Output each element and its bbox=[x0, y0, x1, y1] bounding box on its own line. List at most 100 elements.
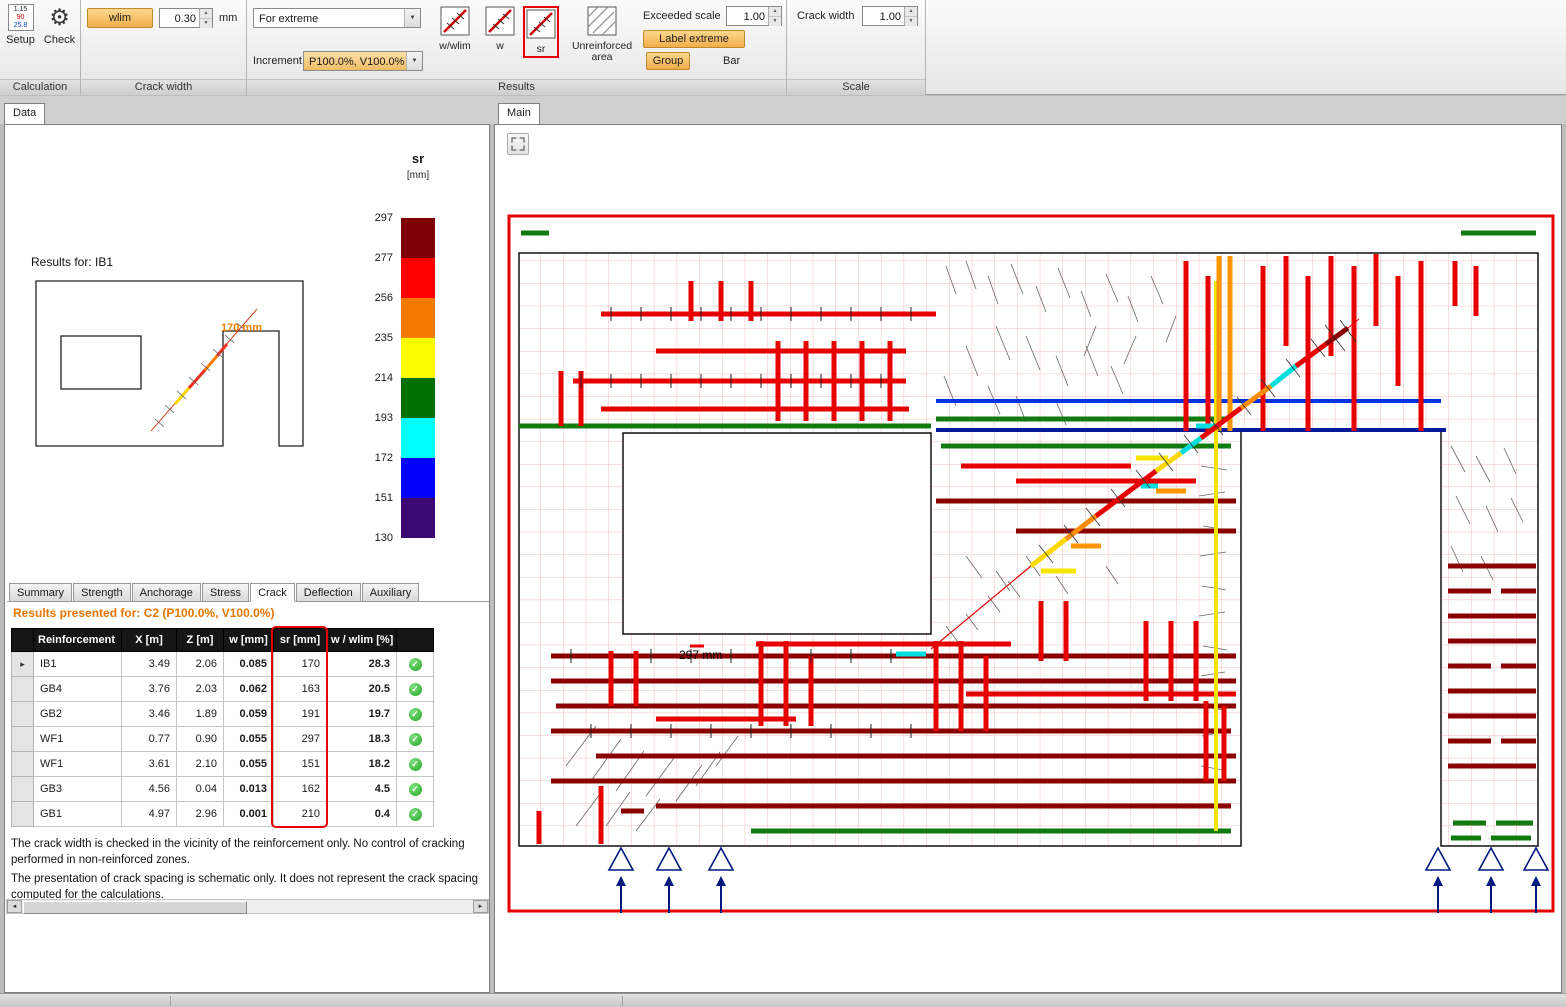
exceeded-scale-spinner[interactable]: 1.00 ▲ ▼ bbox=[726, 6, 782, 26]
spin-down-icon[interactable]: ▼ bbox=[200, 19, 212, 28]
sr-button-label: sr bbox=[537, 44, 546, 55]
crack-spacing-value: 297 mm bbox=[679, 648, 722, 662]
cell-ratio: 4.5 bbox=[327, 777, 397, 802]
table-header-row: Reinforcement X [m] Z [m] w [mm] sr [mm]… bbox=[12, 629, 434, 652]
increment-value: P100.0%, V100.0% bbox=[304, 52, 406, 70]
supports bbox=[609, 848, 1548, 913]
cell-w: 0.001 bbox=[224, 802, 274, 827]
scroll-left-icon[interactable]: ◄ bbox=[7, 900, 22, 913]
row-selector-arrow-icon: ▸ bbox=[20, 659, 25, 669]
status-ok-icon: ✓ bbox=[409, 758, 422, 771]
scrollbar-thumb[interactable] bbox=[23, 901, 247, 914]
w-wlim-result-button[interactable]: w/wlim bbox=[432, 6, 478, 52]
tab-auxiliary[interactable]: Auxiliary bbox=[362, 583, 420, 601]
check-button[interactable]: ⚙ Check bbox=[41, 4, 78, 74]
legend-color-block bbox=[401, 418, 435, 458]
table-row[interactable]: WF1 3.61 2.10 0.055 151 18.2 ✓ bbox=[12, 752, 434, 777]
sr-result-button[interactable]: sr bbox=[523, 6, 559, 58]
cell-w: 0.055 bbox=[224, 727, 274, 752]
ribbon-group-scale: Crack width 1.00 ▲ ▼ Scale bbox=[787, 0, 926, 95]
header-w: w [mm] bbox=[224, 629, 274, 652]
table-row[interactable]: GB4 3.76 2.03 0.062 163 20.5 ✓ bbox=[12, 677, 434, 702]
group-label-calculation: Calculation bbox=[0, 79, 80, 95]
scroll-right-icon[interactable]: ► bbox=[473, 900, 488, 913]
unreinforced-button-label: Unreinforced area bbox=[565, 41, 639, 63]
cell-status: ✓ bbox=[397, 727, 434, 752]
tab-strength[interactable]: Strength bbox=[73, 583, 131, 601]
tab-crack[interactable]: Crack bbox=[250, 583, 295, 602]
legend-tick: 235 bbox=[353, 332, 393, 344]
cell-reinforcement: GB3 bbox=[34, 777, 122, 802]
data-panel: Results for: IB1 170 mm sr [mm] 297 277 … bbox=[4, 124, 490, 993]
crack-w-icon bbox=[485, 6, 515, 39]
cell-z: 1.89 bbox=[177, 702, 224, 727]
cell-w: 0.062 bbox=[224, 677, 274, 702]
spin-down-icon[interactable]: ▼ bbox=[769, 17, 781, 26]
scale-crack-width-spinner[interactable]: 1.00 ▲ ▼ bbox=[862, 6, 918, 26]
increment-dropdown[interactable]: P100.0%, V100.0% ▼ bbox=[303, 51, 423, 71]
table-row[interactable]: GB1 4.97 2.96 0.001 210 0.4 ✓ bbox=[12, 802, 434, 827]
horizontal-scrollbar[interactable]: ◄ ► bbox=[6, 899, 489, 914]
group-toggle[interactable]: Group bbox=[646, 52, 690, 70]
label-extreme-toggle[interactable]: Label extreme bbox=[643, 30, 745, 48]
status-separator bbox=[170, 996, 171, 1006]
bar-label: Bar bbox=[723, 55, 740, 67]
w-result-button[interactable]: w bbox=[480, 6, 520, 52]
cell-z: 2.10 bbox=[177, 752, 224, 777]
cell-reinforcement: WF1 bbox=[34, 752, 122, 777]
tab-stress[interactable]: Stress bbox=[202, 583, 249, 601]
unreinforced-area-button[interactable]: Unreinforced area bbox=[565, 6, 639, 63]
tab-data[interactable]: Data bbox=[4, 103, 45, 124]
spin-up-icon[interactable]: ▲ bbox=[905, 7, 917, 17]
table-row[interactable]: WF1 0.77 0.90 0.055 297 18.3 ✓ bbox=[12, 727, 434, 752]
row-selector-cell bbox=[12, 727, 34, 752]
row-selector-cell bbox=[12, 777, 34, 802]
spin-down-icon[interactable]: ▼ bbox=[905, 17, 917, 26]
status-ok-icon: ✓ bbox=[409, 708, 422, 721]
cell-reinforcement: WF1 bbox=[34, 727, 122, 752]
row-selector-cell: ▸ bbox=[12, 652, 34, 677]
note-crack-width: The crack width is checked in the vicini… bbox=[11, 836, 489, 868]
setup-button[interactable]: 1.15 90 25.8 Setup bbox=[2, 4, 39, 74]
cell-z: 2.96 bbox=[177, 802, 224, 827]
ribbon-group-calculation: 1.15 90 25.8 Setup ⚙ Check Calculation bbox=[0, 0, 81, 95]
legend-color-block bbox=[401, 218, 435, 258]
row-selector-cell bbox=[12, 752, 34, 777]
header-reinforcement: Reinforcement bbox=[34, 629, 122, 652]
row-selector-cell bbox=[12, 677, 34, 702]
wlim-spinner-value: 0.30 bbox=[160, 9, 199, 27]
tab-main[interactable]: Main bbox=[498, 103, 540, 124]
wlim-button[interactable]: wlim bbox=[87, 8, 153, 28]
tab-deflection[interactable]: Deflection bbox=[296, 583, 361, 601]
legend-tick: 277 bbox=[353, 252, 393, 264]
cell-sr: 162 bbox=[274, 777, 327, 802]
setup-icon-row: 90 bbox=[17, 14, 25, 22]
table-row[interactable]: GB3 4.56 0.04 0.013 162 4.5 ✓ bbox=[12, 777, 434, 802]
legend-color-block bbox=[401, 378, 435, 418]
scale-crack-width-label: Crack width bbox=[797, 10, 854, 22]
spin-up-icon[interactable]: ▲ bbox=[200, 9, 212, 19]
table-row[interactable]: ▸ IB1 3.49 2.06 0.085 170 28.3 ✓ bbox=[12, 652, 434, 677]
main-drawing-canvas[interactable]: 297 mm bbox=[495, 125, 1561, 992]
cell-status: ✓ bbox=[397, 752, 434, 777]
dropdown-arrow-icon[interactable]: ▼ bbox=[404, 9, 420, 27]
status-header bbox=[397, 629, 434, 652]
tab-anchorage[interactable]: Anchorage bbox=[132, 583, 201, 601]
cell-sr: 297 bbox=[274, 727, 327, 752]
legend-unit: [mm] bbox=[393, 170, 443, 181]
mini-structure-outline bbox=[36, 281, 303, 446]
tab-summary[interactable]: Summary bbox=[9, 583, 72, 601]
wlim-value-spinner[interactable]: 0.30 ▲ ▼ bbox=[159, 8, 213, 28]
setup-icon: 1.15 90 25.8 bbox=[8, 4, 34, 31]
header-z: Z [m] bbox=[177, 629, 224, 652]
legend-tick: 214 bbox=[353, 372, 393, 384]
cell-ratio: 19.7 bbox=[327, 702, 397, 727]
for-extreme-dropdown[interactable]: For extreme ▼ bbox=[253, 8, 421, 28]
dropdown-arrow-icon[interactable]: ▼ bbox=[406, 52, 422, 70]
table-row[interactable]: GB2 3.46 1.89 0.059 191 19.7 ✓ bbox=[12, 702, 434, 727]
exceeded-scale-value: 1.00 bbox=[727, 7, 768, 25]
spin-up-icon[interactable]: ▲ bbox=[769, 7, 781, 17]
expand-icon bbox=[511, 137, 525, 151]
exceeded-scale-label: Exceeded scale bbox=[643, 10, 721, 22]
fit-to-view-button[interactable] bbox=[507, 133, 529, 155]
